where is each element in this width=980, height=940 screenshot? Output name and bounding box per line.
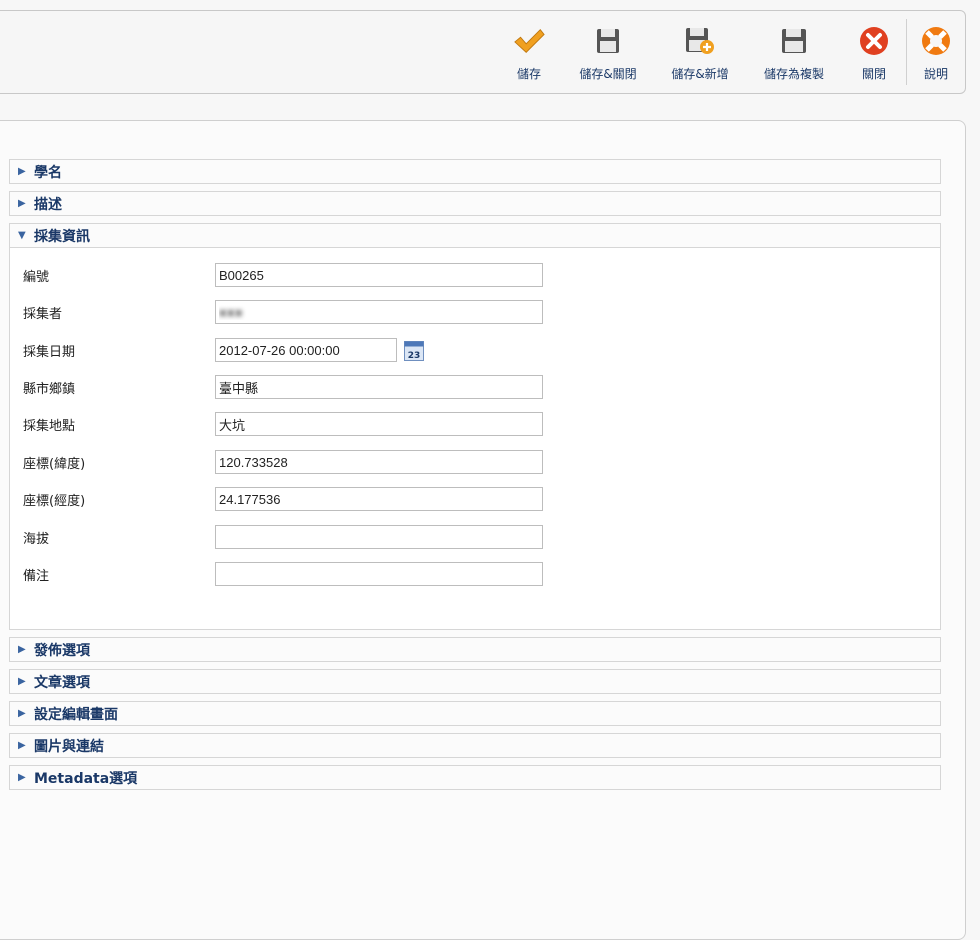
accordion-sections: ▶ 學名 ▶ 描述 ▼ 採集資訊 編號 採集者 採集日期 (9, 159, 941, 797)
county-label: 縣市鄉鎮 (23, 382, 76, 397)
form-row-latitude: 座標(緯度) (10, 450, 940, 476)
form-row-altitude: 海拔 (10, 525, 940, 551)
section-description[interactable]: ▶ 描述 (9, 191, 941, 216)
close-label: 關閉 (861, 67, 886, 81)
lifebuoy-icon (920, 25, 952, 57)
main-panel: ▶ 學名 ▶ 描述 ▼ 採集資訊 編號 採集者 採集日期 (0, 120, 966, 940)
arrow-right-icon: ▶ (18, 772, 26, 783)
longitude-input[interactable] (215, 487, 543, 511)
save-new-label: 儲存&新增 (671, 67, 729, 81)
form-row-longitude: 座標(經度) (10, 487, 940, 513)
close-icon (858, 25, 890, 57)
arrow-right-icon: ▶ (18, 166, 26, 177)
arrow-right-icon: ▶ (18, 644, 26, 655)
section-title: 圖片與連結 (34, 738, 104, 755)
altitude-label: 海拔 (23, 532, 50, 547)
help-button[interactable]: 說明 (917, 25, 955, 82)
save-close-button[interactable]: 儲存&關閉 (568, 25, 648, 82)
collection-info-body: 編號 採集者 採集日期 23 縣市鄉鎮 (9, 248, 941, 630)
close-button[interactable]: 關閉 (852, 25, 896, 82)
section-publishing[interactable]: ▶ 發佈選項 (9, 637, 941, 662)
number-input[interactable] (215, 263, 543, 287)
section-metadata[interactable]: ▶ Metadata選項 (9, 765, 941, 790)
floppy-icon (592, 25, 624, 57)
latitude-input[interactable] (215, 450, 543, 474)
section-title: 發佈選項 (34, 642, 90, 659)
toolbar: 儲存 儲存&關閉 儲存&新增 儲存為複製 關閉 說明 (0, 10, 966, 94)
collector-input[interactable] (215, 300, 543, 324)
section-collection-info[interactable]: ▼ 採集資訊 (9, 223, 941, 248)
location-input[interactable] (215, 412, 543, 436)
checkmark-icon (513, 25, 545, 57)
save-button[interactable]: 儲存 (506, 25, 552, 82)
form-row-location: 採集地點 (10, 412, 940, 438)
arrow-right-icon: ▶ (18, 708, 26, 719)
section-title: 採集資訊 (34, 228, 90, 245)
floppy-plus-icon (684, 25, 716, 57)
section-title: 學名 (34, 164, 62, 181)
arrow-down-icon: ▼ (18, 230, 26, 241)
arrow-right-icon: ▶ (18, 740, 26, 751)
help-label: 說明 (923, 67, 948, 81)
save-close-label: 儲存&關閉 (579, 67, 637, 81)
date-label: 採集日期 (23, 345, 76, 360)
note-input[interactable] (215, 562, 543, 586)
calendar-day: 23 (408, 351, 421, 361)
form-row-number: 編號 (10, 263, 940, 289)
section-title: 設定編輯畫面 (34, 706, 118, 723)
altitude-input[interactable] (215, 525, 543, 549)
save-copy-label: 儲存為複製 (763, 67, 824, 81)
form-row-collector: 採集者 (10, 300, 940, 326)
save-new-button[interactable]: 儲存&新增 (660, 25, 740, 82)
section-title: 文章選項 (34, 674, 90, 691)
location-label: 採集地點 (23, 419, 76, 434)
number-label: 編號 (23, 270, 50, 285)
save-copy-button[interactable]: 儲存為複製 (752, 25, 836, 82)
section-title: 描述 (34, 196, 62, 213)
toolbar-buttons: 儲存 儲存&關閉 儲存&新增 儲存為複製 關閉 說明 (506, 19, 955, 85)
arrow-right-icon: ▶ (18, 676, 26, 687)
toolbar-separator (906, 19, 907, 85)
collector-label: 採集者 (23, 307, 63, 322)
latitude-label: 座標(緯度) (23, 457, 86, 472)
form-row-county: 縣市鄉鎮 (10, 375, 940, 401)
save-label: 儲存 (516, 67, 541, 81)
county-input[interactable] (215, 375, 543, 399)
form-row-date: 採集日期 23 (10, 338, 940, 364)
arrow-right-icon: ▶ (18, 198, 26, 209)
longitude-label: 座標(經度) (23, 494, 86, 509)
section-images[interactable]: ▶ 圖片與連結 (9, 733, 941, 758)
date-input[interactable] (215, 338, 397, 362)
section-article[interactable]: ▶ 文章選項 (9, 669, 941, 694)
section-title: Metadata選項 (34, 770, 138, 787)
section-editor[interactable]: ▶ 設定編輯畫面 (9, 701, 941, 726)
form-row-note: 備注 (10, 562, 940, 588)
floppy-copy-icon (778, 25, 810, 57)
section-scientific-name[interactable]: ▶ 學名 (9, 159, 941, 184)
calendar-icon[interactable]: 23 (404, 341, 424, 361)
note-label: 備注 (23, 569, 50, 584)
